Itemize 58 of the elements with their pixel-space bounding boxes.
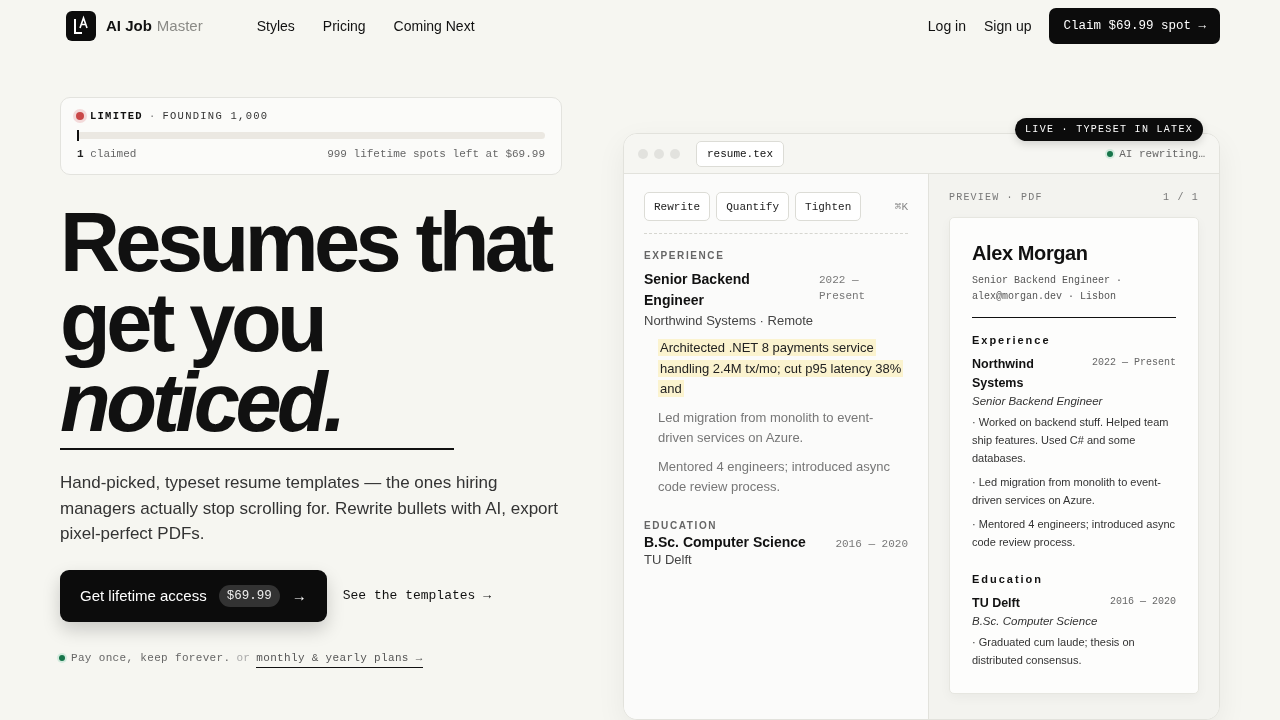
resume-dates: 2022 — Present [1092, 356, 1176, 370]
school: TU Delft [644, 551, 693, 567]
headline: Resumes that get you noticed. [60, 203, 552, 443]
action-button[interactable]: Quantify [716, 192, 790, 221]
nav-link[interactable]: Styles [256, 17, 295, 34]
resume-dates: 2016 — 2020 [1110, 595, 1176, 609]
degree: B.Sc. Computer Science [644, 533, 806, 550]
brand-suffix: Master [156, 17, 203, 34]
founding-label: FOUNDING 1,000 [162, 110, 269, 122]
nav-link[interactable]: Pricing [322, 17, 366, 34]
preview-label: PREVIEW · PDF [949, 192, 1043, 203]
job-dates: 2022 — Present [819, 273, 867, 304]
job-title: Senior Backend Engineer [644, 270, 751, 310]
or-text: or [236, 652, 251, 664]
templates-link[interactable]: See the templates → [342, 588, 491, 603]
brand-name: AI Job [106, 17, 152, 34]
resume-role: Senior Backend Engineer [972, 395, 1104, 407]
resume-contact: Senior Backend Engineer · alex@morgan.dev · Lisbon [972, 273, 1176, 318]
auth-link[interactable]: Log in [927, 17, 966, 34]
description: Hand-picked, typeset resume templates — the ones hiring managers actually stop scrolling for. Rewrite bullets with AI, export pixel-perfect PDFs. [60, 472, 559, 545]
resume-org: Northwind Systems [972, 356, 1035, 392]
resume-section-heading: Experience [972, 334, 1052, 346]
price-tag: $69.99 [218, 584, 280, 607]
claim-spot-button[interactable]: Claim $69.99 spot → [1049, 7, 1220, 44]
company: Northwind Systems · Remote [644, 313, 815, 328]
logo-icon[interactable] [66, 10, 96, 41]
bullet-text[interactable]: Led migration from monolith to event-driven services on Azure. [658, 407, 908, 449]
section-heading: EDUCATION [644, 519, 719, 531]
edu-dates: 2016 — 2020 [835, 537, 908, 550]
nav-link[interactable]: Coming Next [393, 17, 475, 34]
limited-label: LIMITED [90, 110, 143, 122]
page-count: 1 / 1 [1163, 192, 1199, 203]
resume-role: B.Sc. Computer Science [972, 615, 1099, 627]
status-dot [59, 655, 65, 661]
claimed-text: 1 claimed [77, 148, 137, 160]
lifetime-access-button[interactable]: Get lifetime access $69.99 → [60, 569, 327, 622]
auth-link[interactable]: Sign up [984, 17, 1032, 34]
footnote-text: Pay once, keep forever. [71, 652, 231, 664]
status-dot [76, 112, 84, 120]
resume-bullet: · Graduated cum laude; thesis on distributed consensus. [972, 635, 1136, 668]
resume-org: TU Delft [972, 595, 1020, 612]
separator: · [148, 110, 157, 122]
live-badge: LIVE · TYPESET IN LATEX [1015, 118, 1203, 141]
resume-name: Alex Morgan [972, 242, 1089, 265]
plans-link[interactable]: monthly & yearly plans → [256, 651, 423, 668]
status-text: AI rewriting… [1119, 147, 1205, 160]
status-dot [1107, 150, 1114, 157]
spots-left-text: 999 lifetime spots left at $69.99 [327, 148, 545, 160]
bullet-text[interactable]: Mentored 4 engineers; introduced async code review process. [658, 456, 908, 498]
resume-bullet: · Led migration from monolith to event-driven services on Azure. [972, 475, 1162, 508]
file-tab[interactable]: resume.tex [696, 140, 784, 167]
resume-section-heading: Education [972, 573, 1044, 585]
resume-bullet: · Worked on backend stuff. Helped team ship features. Used C# and some databases. [972, 415, 1170, 466]
action-button[interactable]: Tighten [795, 192, 862, 221]
shortcut-hint: ⌘K [894, 200, 908, 213]
action-button[interactable]: Rewrite [644, 192, 711, 221]
resume-bullet: · Mentored 4 engineers; introduced async code review process. [972, 517, 1176, 550]
section-heading: EXPERIENCE [644, 250, 726, 261]
